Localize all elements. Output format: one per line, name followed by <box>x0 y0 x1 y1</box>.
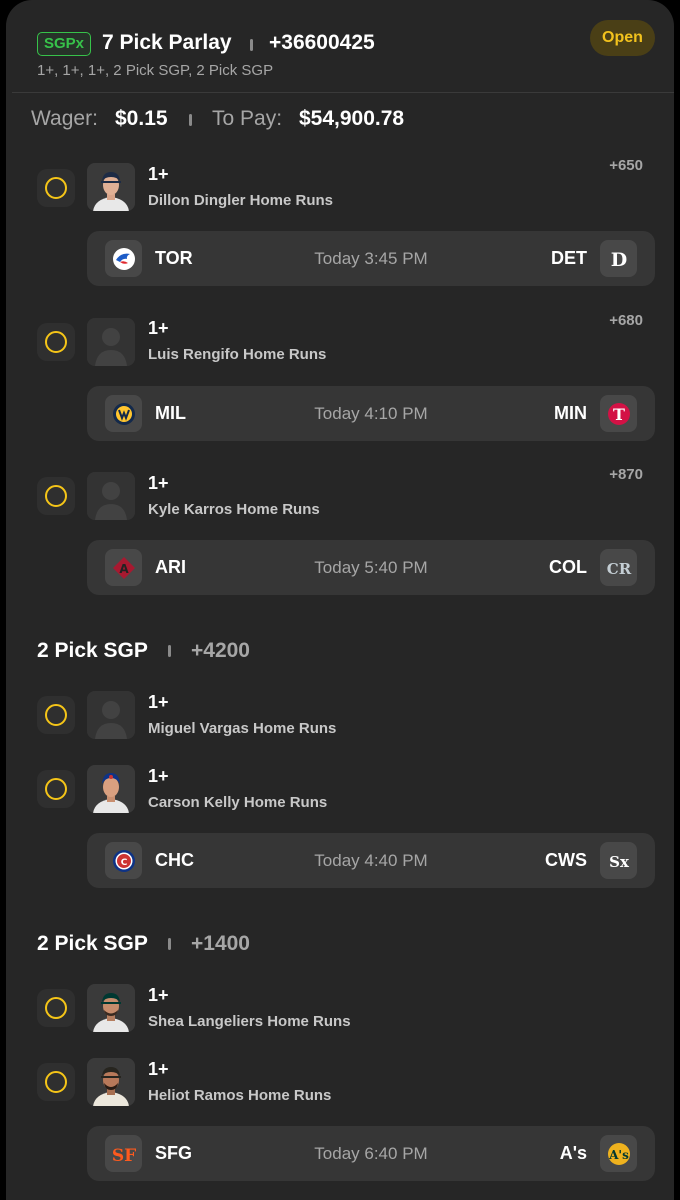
tigers-logo-icon: D <box>600 240 637 277</box>
leg-line: 1+ <box>148 985 169 1005</box>
leg-status-radio[interactable] <box>37 323 75 361</box>
leg-line: 1+ <box>148 318 169 338</box>
header-divider <box>12 92 674 93</box>
home-team: DET <box>551 248 587 268</box>
game-row[interactable]: C CHC Today 4:40 PM CWS Sx <box>87 833 655 888</box>
player-headshot-avatar <box>87 984 135 1032</box>
svg-text:CR: CR <box>606 560 631 578</box>
sgp-separator <box>168 645 171 657</box>
leg-status-radio[interactable] <box>37 477 75 515</box>
status-badge: Open <box>590 20 655 56</box>
parlay-title: 7 Pick Parlay <box>102 31 232 54</box>
home-team: COL <box>549 557 587 577</box>
svg-text:D: D <box>610 249 626 271</box>
header-separator <box>250 39 253 51</box>
leg-description: Carson Kelly Home Runs <box>148 794 328 811</box>
leg-odds: +680 <box>609 312 643 329</box>
wager-label: Wager: <box>31 107 98 130</box>
game-row[interactable]: SF SFG Today 6:40 PM A's A's <box>87 1126 655 1181</box>
leg-status-radio[interactable] <box>37 696 75 734</box>
leg-line: 1+ <box>148 1059 169 1079</box>
leg-description: Kyle Karros Home Runs <box>148 501 320 518</box>
leg-description: Miguel Vargas Home Runs <box>148 720 337 737</box>
parlay-odds: +36600425 <box>269 31 375 54</box>
sgpx-badge: SGPx <box>37 32 92 56</box>
topay-label: To Pay: <box>212 107 283 130</box>
player-headshot-avatar <box>87 163 135 211</box>
svg-text:Sx: Sx <box>609 853 630 871</box>
game-row[interactable]: TOR Today 3:45 PM DET D <box>87 231 655 286</box>
leg-description: Dillon Dingler Home Runs <box>148 192 334 209</box>
leg-line: 1+ <box>148 164 169 184</box>
player-headshot-avatar <box>87 1058 135 1106</box>
leg-status-radio[interactable] <box>37 169 75 207</box>
sgp-separator <box>168 938 171 950</box>
sgp-section-odds: +1400 <box>191 932 250 955</box>
leg-status-radio[interactable] <box>37 1063 75 1101</box>
leg-description: Heliot Ramos Home Runs <box>148 1087 332 1104</box>
leg-description: Luis Rengifo Home Runs <box>148 346 327 363</box>
sgp-section-odds: +4200 <box>191 639 250 662</box>
sgp-section-title: 2 Pick SGP <box>37 639 148 662</box>
leg-description: Shea Langeliers Home Runs <box>148 1013 351 1030</box>
leg-odds: +650 <box>609 157 643 174</box>
topay-value: $54,900.78 <box>299 107 405 130</box>
leg-odds: +870 <box>609 466 643 483</box>
game-row[interactable]: MIL Today 4:10 PM MIN T <box>87 386 655 441</box>
player-placeholder-avatar <box>87 472 135 520</box>
parlay-card: SGPx 7 Pick Parlay +36600425 1+, 1+, 1+,… <box>6 0 674 1200</box>
leg-line: 1+ <box>148 692 169 712</box>
svg-text:T: T <box>613 405 625 424</box>
player-headshot-avatar <box>87 765 135 813</box>
game-row[interactable]: A ARI Today 5:40 PM COL CR <box>87 540 655 595</box>
white-sox-logo-icon: Sx <box>600 842 637 879</box>
player-placeholder-avatar <box>87 318 135 366</box>
leg-status-radio[interactable] <box>37 770 75 808</box>
wager-value: $0.15 <box>115 107 168 130</box>
parlay-legs-summary: 1+, 1+, 1+, 2 Pick SGP, 2 Pick SGP <box>37 62 274 79</box>
home-team: MIN <box>554 403 587 423</box>
svg-text:A's: A's <box>608 1148 629 1162</box>
home-team: CWS <box>545 850 587 870</box>
home-team: A's <box>559 1143 587 1163</box>
leg-line: 1+ <box>148 473 169 493</box>
player-placeholder-avatar <box>87 691 135 739</box>
sgp-section-title: 2 Pick SGP <box>37 932 148 955</box>
leg-line: 1+ <box>148 766 169 786</box>
athletics-logo-icon: A's <box>600 1135 637 1172</box>
rockies-logo-icon: CR <box>600 549 637 586</box>
leg-status-radio[interactable] <box>37 989 75 1027</box>
wager-separator <box>189 114 192 126</box>
twins-logo-icon: T <box>600 395 637 432</box>
